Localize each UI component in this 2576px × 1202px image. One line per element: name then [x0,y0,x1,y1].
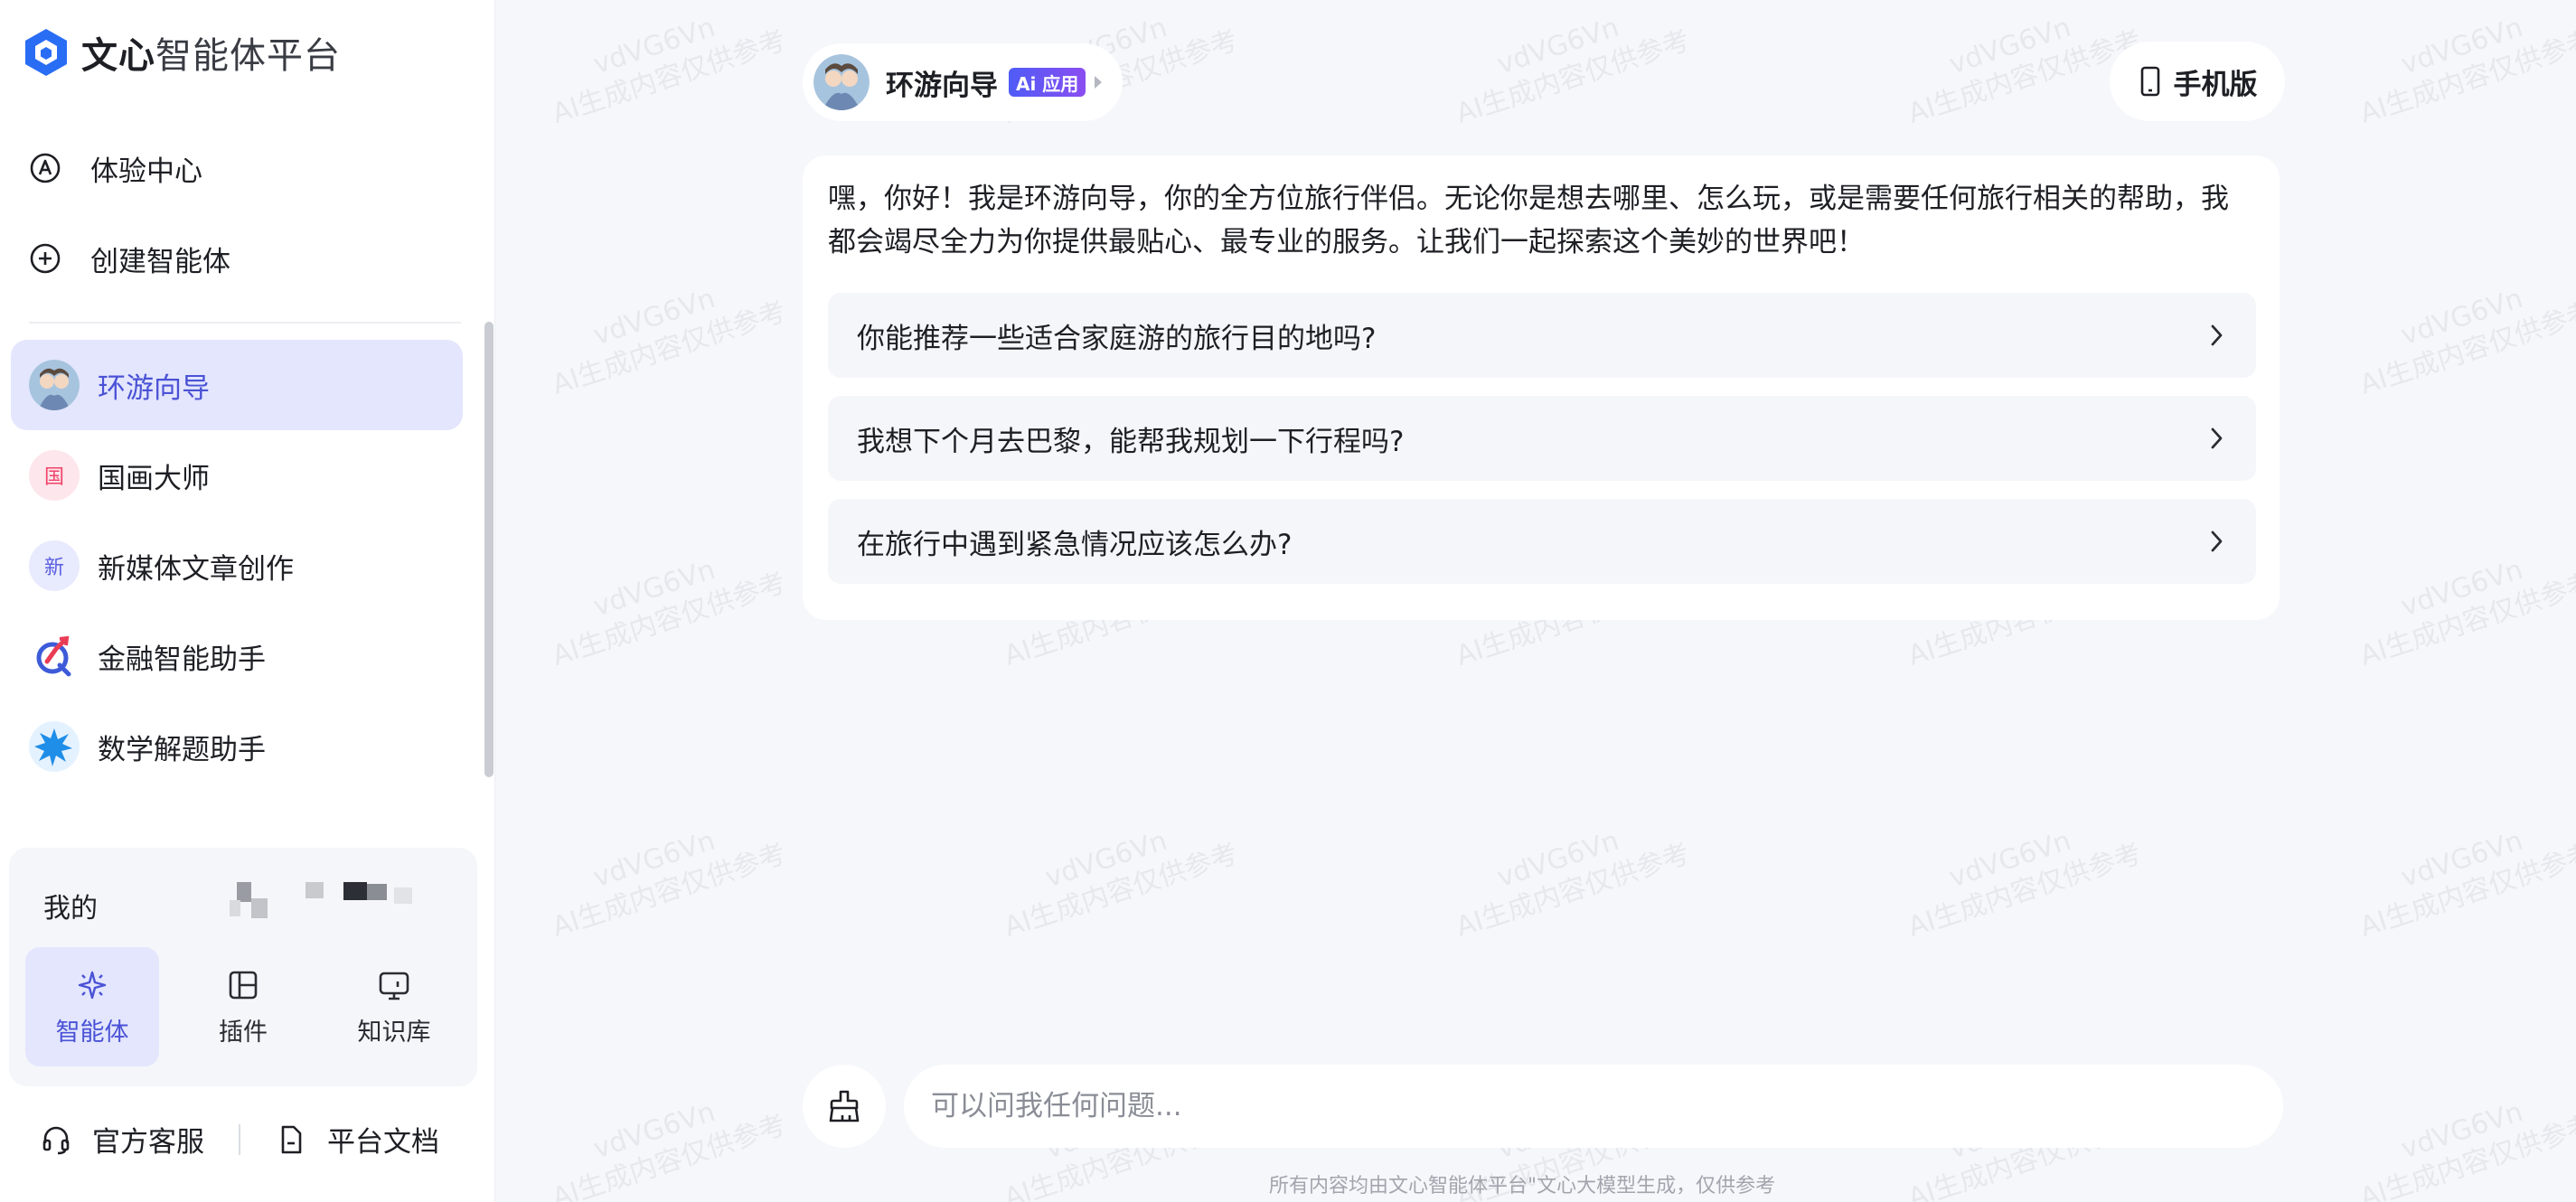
agent-item-label: 新媒体文章创作 [98,552,294,586]
tab-plugins-label: 插件 [219,1018,268,1047]
tab-agents-label: 智能体 [55,1018,129,1047]
app-logo[interactable]: 文心智能体平台 [24,25,341,80]
tab-plugins[interactable]: 插件 [176,947,310,1066]
watermark-text: vdVG6VnAI生成内容仅供参考 [548,824,790,944]
blurred-username [230,882,412,918]
watermark-text: vdVG6VnAI生成内容仅供参考 [1904,824,2146,944]
nav-create-agent[interactable]: 创建智能体 [29,231,230,286]
plus-circle-icon [30,243,61,274]
chevron-right-icon [2211,531,2223,552]
suggestion-item[interactable]: 在旅行中遇到紧急情况应该怎么办? [828,499,2256,584]
current-agent-chip[interactable]: 环游向导 Ai 应用 [803,43,1123,121]
xin-badge-icon: 新 [29,540,80,591]
agent-item-finance[interactable]: 金融智能助手 [11,611,463,701]
watermark-text: vdVG6VnAI生成内容仅供参考 [2355,282,2576,401]
finance-icon [29,631,80,681]
monitor-icon [379,972,409,1000]
suggestion-text: 在旅行中遇到紧急情况应该怎么办? [857,528,1293,561]
nav-experience-center-label: 体验中心 [90,155,202,188]
tab-agents[interactable]: 智能体 [25,947,159,1066]
agent-item-travel-guide[interactable]: 环游向导 [11,340,463,430]
current-agent-name: 环游向导 [886,69,998,102]
official-support-label: 官方客服 [92,1126,204,1159]
agent-item-label: 环游向导 [98,371,210,405]
watermark-text: vdVG6VnAI生成内容仅供参考 [1452,824,1694,944]
nav-experience-center[interactable]: 体验中心 [29,141,202,195]
travel-avatar-icon [29,360,80,410]
mobile-version-label: 手机版 [2173,68,2258,101]
app-title: 文心智能体平台 [81,35,341,77]
watermark-text: vdVG6VnAI生成内容仅供参考 [2355,1095,2576,1202]
agent-list[interactable]: 环游向导 国 国画大师 新 新媒体文章创作 金融智能助手 数学解题助手 [11,340,463,828]
clear-context-button[interactable] [803,1065,886,1148]
suggestion-item[interactable]: 我想下个月去巴黎，能帮我规划一下行程吗? [828,396,2256,481]
watermark-text: vdVG6VnAI生成内容仅供参考 [548,1095,790,1202]
welcome-greeting: 嘿，你好！我是环游向导，你的全方位旅行伴侣。无论你是想去哪里、怎么玩，或是需要任… [828,183,2229,258]
watermark-text: vdVG6VnAI生成内容仅供参考 [548,11,790,130]
agent-item-label: 国画大师 [98,462,210,495]
plugin-icon [229,971,258,999]
suggestion-text: 我想下个月去巴黎，能帮我规划一下行程吗? [857,425,1405,458]
travel-avatar-icon [813,54,870,110]
watermark-text: vdVG6VnAI生成内容仅供参考 [2355,824,2576,944]
suggestion-text: 你能推荐一些适合家庭游的旅行目的地吗? [857,322,1377,355]
phone-icon [2140,66,2159,97]
nav-create-agent-label: 创建智能体 [90,245,230,278]
chat-input[interactable] [904,1065,2283,1148]
tab-knowledge-base[interactable]: 知识库 [327,947,461,1066]
agent-item-new-media[interactable]: 新 新媒体文章创作 [11,521,463,611]
headset-icon [42,1126,70,1154]
platform-docs-label: 平台文档 [327,1126,439,1159]
welcome-card: 嘿，你好！我是环游向导，你的全方位旅行伴侣。无论你是想去哪里、怎么玩，或是需要任… [803,155,2280,620]
mobile-version-button[interactable]: 手机版 [2110,42,2285,121]
agent-item-label: 金融智能助手 [98,643,266,676]
agent-item-label: 数学解题助手 [98,733,266,766]
agent-item-chinese-painting[interactable]: 国 国画大师 [11,430,463,521]
suggestion-item[interactable]: 你能推荐一些适合家庭游的旅行目的地吗? [828,293,2256,378]
sidebar: 文心智能体平台 体验中心 创建智能体 环游向导 国 国画大师 新 新媒体文章创作… [0,0,495,1202]
sidebar-scrollbar[interactable] [484,322,494,777]
ai-app-badge: Ai 应用 [1009,68,1086,97]
chevron-right-icon [2211,427,2223,449]
footer-separator [239,1123,240,1155]
watermark-text: vdVG6VnAI生成内容仅供参考 [1452,11,1694,130]
brush-icon [829,1090,860,1122]
watermark-text: vdVG6VnAI生成内容仅供参考 [2355,11,2576,130]
ai-disclaimer: 所有内容均由文心智能体平台"文心大模型生成，仅供参考 [1269,1175,1776,1197]
wenxin-logo-icon [25,29,67,76]
math-burst-icon [29,721,80,772]
my-tabs: 智能体 插件 知识库 [25,947,478,1066]
guo-badge-icon: 国 [29,450,80,501]
sidebar-footer: 官方客服 平台文档 [40,1119,439,1160]
caret-right-icon [1095,76,1103,89]
watermark-text: vdVG6VnAI生成内容仅供参考 [2355,553,2576,672]
document-icon [281,1125,302,1153]
my-panel-title: 我的 [43,893,98,925]
chevron-right-icon [2211,324,2223,346]
platform-docs-link[interactable]: 平台文档 [275,1119,439,1160]
tab-knowledge-base-label: 知识库 [357,1018,431,1047]
my-panel: 我的 智能体 插件 知识库 [9,848,477,1086]
agent-item-math[interactable]: 数学解题助手 [11,701,463,792]
watermark-text: vdVG6VnAI生成内容仅供参考 [548,553,790,672]
experience-center-icon [30,153,61,183]
watermark-text: vdVG6VnAI生成内容仅供参考 [1904,11,2146,130]
sparkle-icon [78,971,107,999]
sidebar-divider [29,322,461,324]
watermark-text: vdVG6VnAI生成内容仅供参考 [1000,824,1242,944]
watermark-text: vdVG6VnAI生成内容仅供参考 [548,282,790,401]
official-support-link[interactable]: 官方客服 [40,1119,204,1160]
